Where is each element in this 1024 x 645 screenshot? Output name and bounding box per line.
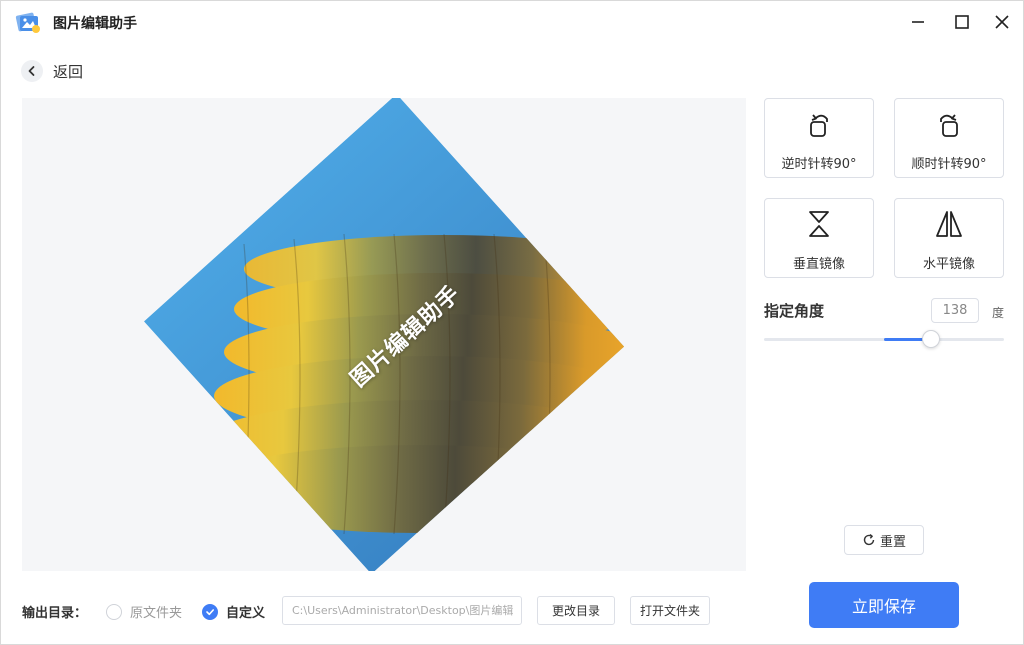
maximize-icon <box>955 15 969 29</box>
output-path-field[interactable]: C:\Users\Administrator\Desktop\图片编辑 <box>282 596 522 625</box>
angle-title: 指定角度 <box>764 302 825 320</box>
checkmark-icon <box>202 603 218 620</box>
angle-input[interactable]: 138 <box>931 298 979 323</box>
app-title: 图片编辑助手 <box>53 16 137 32</box>
reset-label: 重置 <box>879 534 906 550</box>
save-now-button[interactable]: 立即保存 <box>809 582 959 628</box>
flip-vertical-button[interactable]: 垂直镜像 <box>764 198 874 278</box>
rotate-ccw-icon <box>810 114 828 137</box>
radio-custom-folder[interactable]: 自定义 <box>202 602 265 621</box>
output-dir-label: 输出目录： <box>22 606 88 621</box>
flip-horizontal-button[interactable]: 水平镜像 <box>894 198 1004 278</box>
radio-original-folder[interactable]: 原文件夹 <box>106 602 182 621</box>
image-preview: 图片编辑助手 <box>22 98 746 571</box>
minimize-button[interactable] <box>907 11 929 33</box>
change-dir-button[interactable]: 更改目录 <box>537 596 615 625</box>
app-logo-icon <box>15 12 40 33</box>
chevron-left-icon <box>21 60 43 82</box>
rotate-cw-icon <box>940 114 958 137</box>
back-button[interactable]: 返回 <box>21 59 83 83</box>
flip-horizontal-icon <box>936 211 962 237</box>
radio-original-folder-label: 原文件夹 <box>130 606 183 621</box>
refresh-icon <box>863 533 875 546</box>
close-button[interactable] <box>991 11 1013 33</box>
rotate-ccw-button[interactable]: 逆时针转90° <box>764 98 874 178</box>
rotate-cw-label: 顺时针转90° <box>911 157 987 172</box>
radio-custom-folder-label: 自定义 <box>226 606 266 621</box>
minimize-icon <box>912 21 924 23</box>
title-bar: 图片编辑助手 <box>1 1 1023 43</box>
flip-vertical-icon <box>809 211 829 237</box>
maximize-button[interactable] <box>951 11 973 33</box>
angle-unit: 度 <box>992 306 1005 320</box>
angle-slider-thumb[interactable] <box>922 330 940 348</box>
open-folder-button[interactable]: 打开文件夹 <box>630 596 710 625</box>
reset-button[interactable]: 重置 <box>844 525 924 555</box>
flip-vertical-label: 垂直镜像 <box>792 257 845 272</box>
back-label: 返回 <box>53 62 84 81</box>
radio-unchecked-icon <box>106 603 122 620</box>
rotate-ccw-label: 逆时针转90° <box>781 157 857 172</box>
rotate-cw-button[interactable]: 顺时针转90° <box>894 98 1004 178</box>
angle-slider[interactable] <box>764 330 1004 348</box>
close-icon <box>995 15 1009 29</box>
flip-horizontal-label: 水平镜像 <box>922 257 975 272</box>
app-window: 图片编辑助手 返回 图片编辑助手 逆时针转90° 顺时针转90° 垂直镜像 水平… <box>0 0 1024 645</box>
